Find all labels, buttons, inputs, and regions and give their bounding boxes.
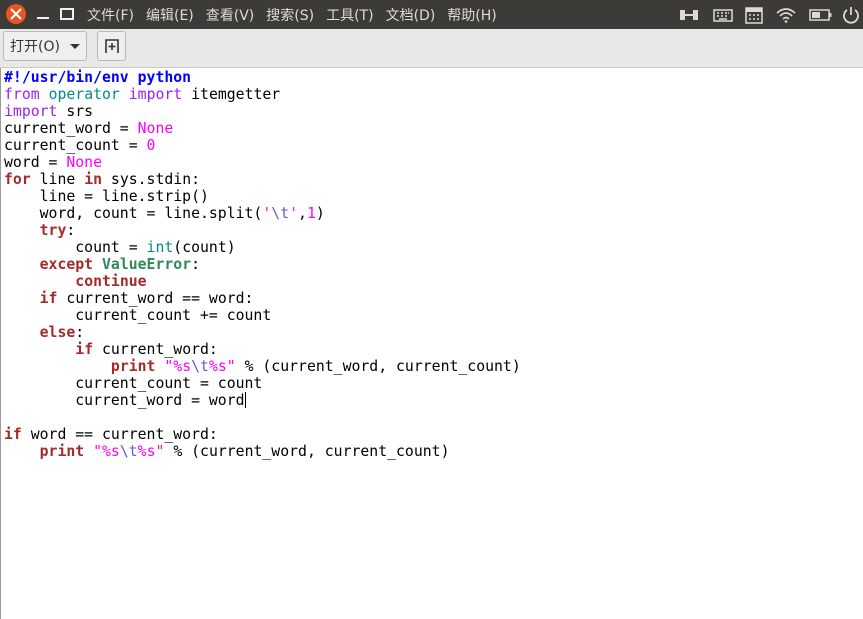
menu-search[interactable]: 搜索(S)	[266, 5, 314, 25]
code-line: try:	[39, 222, 76, 239]
maximize-window-button[interactable]	[57, 4, 77, 24]
close-icon	[10, 8, 22, 20]
close-window-button[interactable]	[6, 4, 26, 24]
system-indicators	[671, 0, 863, 29]
power-icon	[843, 6, 859, 24]
new-document-button[interactable]	[97, 31, 126, 61]
keyboard-indicator[interactable]	[707, 0, 739, 29]
bluetooth-icon	[680, 9, 698, 20]
code-line: from operator import itemgetter	[4, 86, 281, 103]
code-line: for line in sys.stdin:	[4, 171, 201, 188]
code-line: current_word = None	[4, 120, 174, 137]
code-line: current_count += count	[4, 307, 272, 324]
code-line: #!/usr/bin/env python	[4, 69, 192, 86]
menu-view[interactable]: 查看(V)	[206, 5, 255, 25]
calendar-indicator[interactable]	[739, 0, 769, 29]
code-line: except ValueError:	[39, 256, 201, 273]
code-line: if current_word == word:	[39, 290, 254, 307]
code-line: import srs	[4, 103, 94, 120]
code-line: current_count = count	[4, 375, 263, 392]
code-line: if word == current_word:	[4, 426, 218, 443]
code-line: print "%s\t%s" % (current_word, current_…	[39, 443, 450, 460]
text-editor[interactable]: #!/usr/bin/env python from operator impo…	[0, 68, 863, 619]
code-line: word = None	[4, 154, 102, 171]
code-line: print "%s\t%s" % (current_word, current_…	[110, 358, 521, 375]
menu-file[interactable]: 文件(F)	[87, 5, 134, 25]
code-line: else:	[39, 324, 85, 341]
chevron-down-icon	[69, 43, 80, 49]
wifi-icon	[776, 7, 796, 23]
top-menubar: 文件(F) 编辑(E) 查看(V) 搜索(S) 工具(T) 文档(D) 帮助(H…	[0, 0, 863, 29]
toolbar: 打开(O)	[0, 29, 863, 68]
code-line: count = int(count)	[4, 239, 236, 256]
minimize-window-button[interactable]	[33, 4, 53, 24]
power-indicator[interactable]	[839, 0, 863, 29]
code-line: current_count = 0	[4, 137, 156, 154]
calendar-icon	[745, 6, 763, 24]
code-line: word, count = line.split('\t',1)	[4, 205, 325, 222]
code-line: continue	[75, 273, 147, 290]
wifi-indicator[interactable]	[769, 0, 803, 29]
menu-list: 文件(F) 编辑(E) 查看(V) 搜索(S) 工具(T) 文档(D) 帮助(H…	[87, 0, 509, 29]
bluetooth-indicator[interactable]	[671, 0, 707, 29]
menu-tools[interactable]: 工具(T)	[326, 5, 373, 25]
battery-indicator[interactable]	[803, 0, 839, 29]
code-view[interactable]: #!/usr/bin/env python from operator impo…	[1, 68, 863, 460]
new-document-icon	[105, 39, 119, 53]
code-line: line = line.strip()	[4, 188, 209, 205]
open-button[interactable]: 打开(O)	[3, 31, 87, 61]
battery-icon	[809, 8, 832, 21]
code-line: current_word = word	[4, 392, 246, 409]
open-button-label: 打开(O)	[10, 39, 60, 55]
keyboard-icon	[713, 8, 733, 22]
menu-help[interactable]: 帮助(H)	[447, 5, 496, 25]
text-cursor	[244, 392, 246, 408]
menu-edit[interactable]: 编辑(E)	[146, 5, 194, 25]
code-line: if current_word:	[75, 341, 218, 358]
menu-documents[interactable]: 文档(D)	[386, 5, 436, 25]
